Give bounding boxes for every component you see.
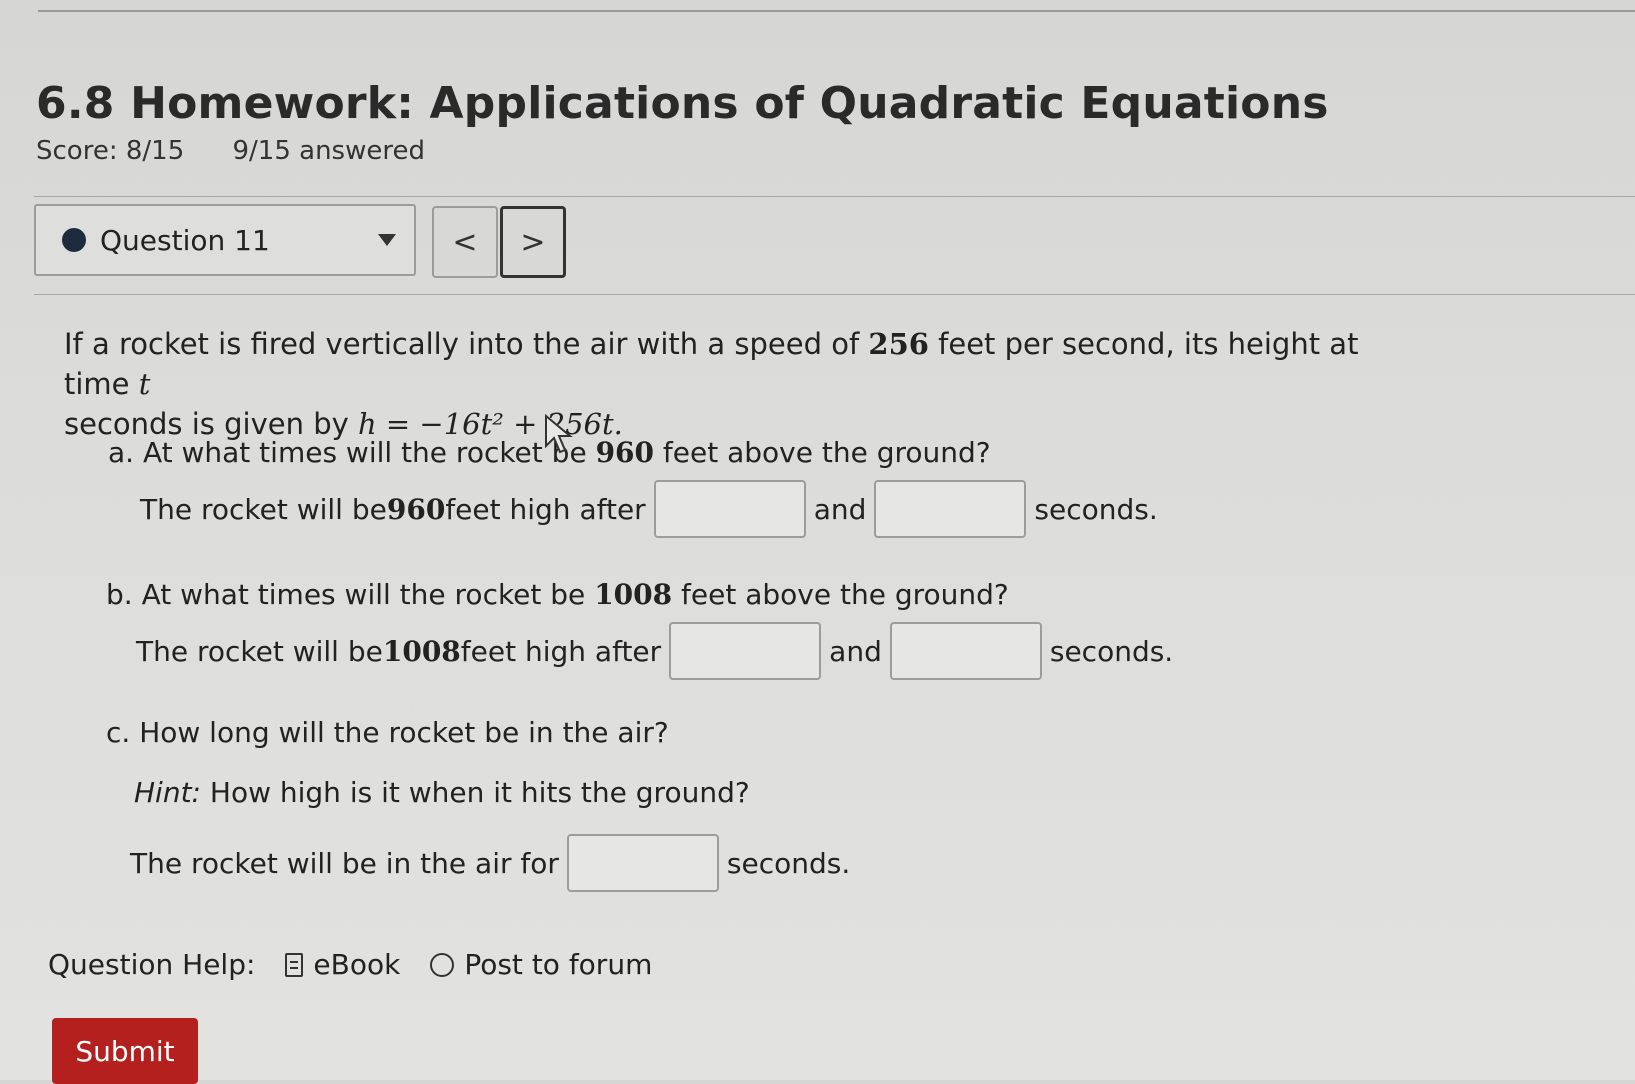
question-select-label: Question 11 [100, 223, 270, 257]
forum-label: Post to forum [464, 948, 653, 981]
score-text: Score: 8/15 [36, 136, 185, 166]
answered-text: 9/15 answered [232, 136, 426, 166]
status-dot-icon [62, 228, 86, 252]
height-value: 1008 [594, 578, 673, 611]
ebook-link[interactable]: eBook [285, 948, 400, 981]
part-b-answer: The rocket will be 1008 feet high after … [136, 622, 1173, 680]
chat-bubble-icon [430, 952, 455, 977]
part-text: b. At what times will the rocket be [106, 578, 595, 611]
divider [34, 294, 1635, 295]
answer-input-a2[interactable] [874, 480, 1027, 538]
part-text: feet above the ground? [672, 578, 1009, 611]
variable-t: t [138, 367, 151, 401]
part-text: The rocket will be [136, 634, 383, 668]
score-line: Score: 8/15 9/15 answered [36, 136, 465, 166]
part-a-answer: The rocket will be 960 feet high after a… [140, 480, 1158, 538]
height-value: 960 [595, 436, 655, 469]
answer-input-b2[interactable] [889, 622, 1042, 680]
next-question-button[interactable]: > [500, 206, 566, 278]
forum-link[interactable]: Post to forum [430, 948, 652, 981]
part-c-answer: The rocket will be in the air for second… [130, 834, 850, 892]
part-text: feet above the ground? [654, 436, 991, 469]
chevron-left-icon: < [452, 224, 478, 260]
unit-text: seconds. [1049, 634, 1174, 668]
question-help: Question Help: eBook Post to forum [48, 948, 652, 981]
caret-down-icon [378, 234, 396, 246]
problem-statement: If a rocket is fired vertically into the… [64, 324, 1424, 444]
part-text: a. At what times will the rocket be [108, 436, 596, 469]
submit-button[interactable]: Submit [52, 1018, 198, 1084]
part-text: The rocket will be [140, 492, 387, 526]
hint-text: Hint: How high is it when it hits the gr… [134, 776, 750, 809]
top-divider [38, 10, 1635, 12]
document-icon [285, 952, 304, 977]
problem-text: If a rocket is fired vertically into the… [64, 327, 869, 361]
part-b-question: b. At what times will the rocket be 1008… [106, 578, 1009, 611]
speed-value: 256 [868, 327, 929, 361]
height-value: 960 [386, 492, 446, 526]
connector-text: and [813, 492, 867, 526]
answer-input-b1[interactable] [669, 622, 822, 680]
part-text: feet high after [460, 634, 662, 668]
ebook-label: eBook [313, 948, 401, 981]
unit-text: seconds. [1034, 492, 1158, 526]
page-title: 6.8 Homework: Applications of Quadratic … [36, 78, 1329, 129]
question-select[interactable]: Question 11 [34, 204, 416, 276]
hint-body: How high is it when it hits the ground? [201, 776, 750, 809]
answer-input-a1[interactable] [653, 480, 806, 538]
connector-text: and [829, 634, 882, 668]
answer-input-c[interactable] [566, 834, 719, 892]
unit-text: seconds. [726, 846, 851, 880]
part-text: feet high after [445, 492, 646, 526]
chevron-right-icon: > [520, 224, 546, 260]
hint-label: Hint: [134, 776, 201, 809]
part-text: The rocket will be in the air for [130, 846, 559, 880]
help-label: Question Help: [48, 948, 256, 981]
height-value: 1008 [382, 634, 461, 668]
prev-question-button[interactable]: < [432, 206, 498, 278]
divider [34, 196, 1635, 197]
part-c-question: c. How long will the rocket be in the ai… [106, 716, 669, 749]
